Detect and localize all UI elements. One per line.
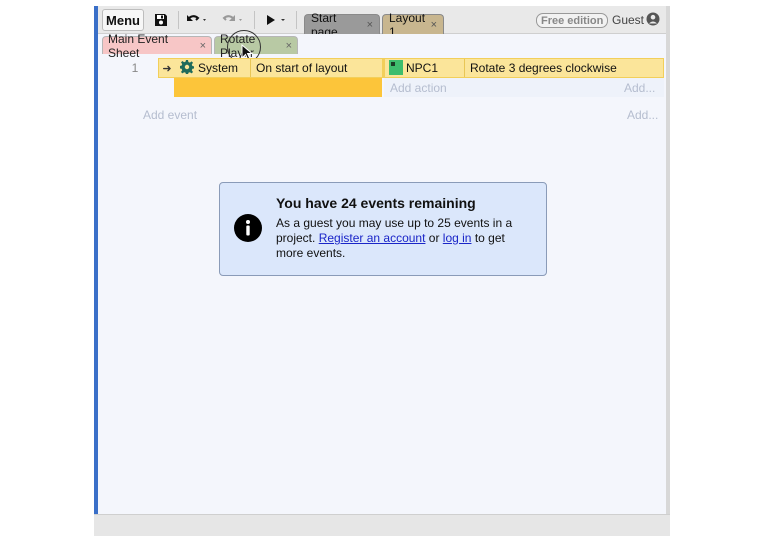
tab-start-page[interactable]: Start page × (304, 11, 380, 39)
info-icon (234, 214, 262, 242)
toolbar-separator (254, 11, 255, 29)
divider (382, 58, 385, 78)
menu-button[interactable]: Menu (102, 9, 144, 31)
add-more-link[interactable]: Add... (627, 108, 658, 122)
play-icon[interactable] (262, 9, 290, 31)
event-number: 1 (131, 61, 139, 75)
add-action-link[interactable]: Add action (390, 81, 447, 95)
notice-text: or (428, 231, 440, 245)
status-bar (94, 514, 670, 536)
condition-object[interactable]: System (198, 61, 238, 75)
login-link[interactable]: log in (443, 231, 472, 245)
close-icon[interactable]: × (286, 40, 292, 52)
free-edition-badge[interactable]: Free edition (536, 13, 609, 28)
sprite-icon (389, 60, 403, 75)
add-event-link[interactable]: Add event (143, 108, 197, 122)
tab-layout-1[interactable]: Layout 1 × (382, 11, 444, 39)
toolbar-separator (296, 11, 297, 29)
close-icon[interactable]: × (431, 19, 437, 31)
close-icon[interactable]: × (200, 40, 206, 52)
save-icon[interactable] (150, 9, 172, 31)
tab-label: Main Event Sheet (108, 31, 169, 60)
action-text[interactable]: Rotate 3 degrees clockwise (470, 61, 617, 75)
gear-icon (179, 60, 195, 75)
sheet-tab-bar: Main Event Sheet × Rotate Player × (98, 32, 666, 60)
event-conditions-area[interactable] (174, 78, 382, 97)
add-more-link[interactable]: Add... (624, 81, 655, 95)
tab-main-event-sheet[interactable]: Main Event Sheet × (102, 32, 212, 60)
user-label[interactable]: Guest (612, 13, 644, 27)
divider (250, 59, 251, 77)
notice-body: As a guest you may use up to 25 events i… (276, 216, 532, 261)
user-icon[interactable] (646, 12, 660, 26)
action-object[interactable]: NPC1 (406, 61, 438, 75)
window-edge (666, 6, 670, 536)
redo-icon[interactable] (220, 9, 246, 31)
main-toolbar: Menu Start page × Layout 1 × Free editio… (98, 6, 666, 39)
trigger-arrow-icon: ➜ (162, 62, 172, 75)
divider (464, 59, 465, 77)
condition-text[interactable]: On start of layout (256, 61, 347, 75)
undo-icon[interactable] (184, 9, 210, 31)
close-icon[interactable]: × (367, 19, 373, 31)
register-link[interactable]: Register an account (319, 231, 426, 245)
toolbar-separator (178, 11, 179, 29)
notice-title: You have 24 events remaining (276, 195, 476, 211)
